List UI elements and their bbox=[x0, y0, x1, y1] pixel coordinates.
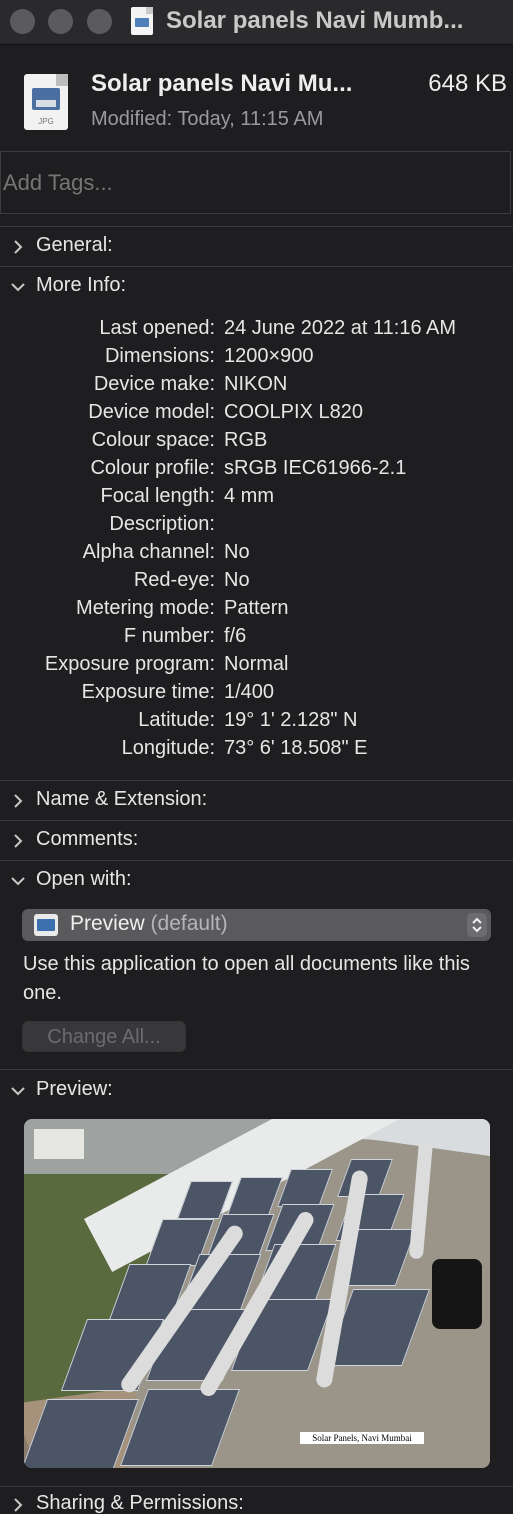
info-key: Description: bbox=[109, 513, 215, 535]
info-value: No bbox=[224, 541, 250, 563]
info-key: Dimensions: bbox=[104, 345, 215, 367]
app-default-label: (default) bbox=[150, 912, 228, 935]
zoom-window-button[interactable] bbox=[87, 9, 112, 34]
info-value: COOLPIX L820 bbox=[224, 401, 363, 423]
info-key: Colour profile: bbox=[90, 457, 215, 479]
info-value: NIKON bbox=[224, 373, 288, 395]
chevron-right-icon bbox=[14, 834, 23, 848]
section-preview-label: Preview: bbox=[36, 1078, 113, 1100]
chevron-right-icon bbox=[14, 240, 23, 254]
chevron-right-icon bbox=[14, 1498, 23, 1512]
info-value: 4 mm bbox=[224, 485, 274, 507]
section-more-info-label: More Info: bbox=[36, 274, 127, 296]
divider bbox=[0, 860, 513, 861]
selected-app-name: Preview (default) bbox=[70, 912, 228, 936]
file-size: 648 KB bbox=[428, 70, 507, 97]
info-key: Red-eye: bbox=[133, 569, 215, 591]
title-bar: Solar panels Navi Mumb... bbox=[0, 0, 513, 45]
info-key: Alpha channel: bbox=[82, 541, 215, 563]
preview-caption: Solar Panels, Navi Mumbai bbox=[300, 1432, 424, 1444]
info-row: Longitude: 73° 6' 18.508" E bbox=[0, 737, 513, 765]
file-name: Solar panels Navi Mu... bbox=[91, 70, 353, 97]
info-row: Device model: COOLPIX L820 bbox=[0, 401, 513, 429]
info-row: Device make: NIKON bbox=[0, 373, 513, 401]
preview-app-icon bbox=[34, 914, 58, 936]
info-key: Colour space: bbox=[91, 429, 215, 451]
close-window-button[interactable] bbox=[10, 9, 35, 34]
app-name-text: Preview bbox=[70, 912, 145, 935]
info-row: Exposure program: Normal bbox=[0, 653, 513, 681]
info-row: Dimensions: 1200×900 bbox=[0, 345, 513, 373]
chevron-down-icon bbox=[11, 877, 25, 886]
info-value: 73° 6' 18.508" E bbox=[224, 737, 368, 759]
info-row: Focal length: 4 mm bbox=[0, 485, 513, 513]
info-row: Metering mode: Pattern bbox=[0, 597, 513, 625]
info-value: 24 June 2022 at 11:16 AM bbox=[224, 317, 457, 339]
window-title: Solar panels Navi Mumb... bbox=[166, 7, 464, 34]
minimize-window-button[interactable] bbox=[48, 9, 73, 34]
chevron-down-icon bbox=[11, 283, 25, 292]
section-general[interactable]: General: bbox=[0, 231, 513, 267]
info-row: F number: f/6 bbox=[0, 625, 513, 653]
open-with-app-select[interactable]: Preview (default) bbox=[22, 909, 491, 941]
chevron-updown-icon bbox=[467, 913, 487, 937]
divider bbox=[0, 1069, 513, 1070]
info-value: Normal bbox=[224, 653, 289, 675]
info-value: sRGB IEC61966-2.1 bbox=[224, 457, 407, 479]
info-value: f/6 bbox=[224, 625, 247, 647]
info-key: Last opened: bbox=[99, 317, 215, 339]
info-value: Pattern bbox=[224, 597, 289, 619]
section-more-info[interactable]: More Info: bbox=[0, 271, 513, 307]
section-open-with[interactable]: Open with: bbox=[0, 865, 513, 901]
info-row: Red-eye: No bbox=[0, 569, 513, 597]
get-info-window: Solar panels Navi Mumb... JPG Solar pane… bbox=[0, 0, 513, 1514]
info-key: Device make: bbox=[93, 373, 215, 395]
jpg-file-icon: JPG bbox=[24, 74, 68, 130]
info-row: Exposure time: 1/400 bbox=[0, 681, 513, 709]
info-key: Exposure program: bbox=[44, 653, 215, 675]
info-value: 19° 1' 2.128" N bbox=[224, 709, 358, 731]
section-comments-label: Comments: bbox=[36, 828, 139, 850]
section-preview[interactable]: Preview: bbox=[0, 1075, 513, 1111]
info-key: Metering mode: bbox=[76, 597, 215, 619]
info-key: Device model: bbox=[88, 401, 215, 423]
section-name-extension[interactable]: Name & Extension: bbox=[0, 785, 513, 821]
section-general-label: General: bbox=[36, 234, 113, 256]
info-key: Exposure time: bbox=[81, 681, 215, 703]
section-open-with-label: Open with: bbox=[36, 868, 132, 890]
info-row: Alpha channel: No bbox=[0, 541, 513, 569]
divider bbox=[0, 780, 513, 781]
info-value: 1/400 bbox=[224, 681, 275, 703]
file-extension-label: JPG bbox=[38, 117, 54, 126]
divider bbox=[0, 820, 513, 821]
info-value: RGB bbox=[224, 429, 268, 451]
section-name-extension-label: Name & Extension: bbox=[36, 788, 208, 810]
divider bbox=[0, 1486, 513, 1487]
info-row: Description: bbox=[0, 513, 513, 541]
info-value: No bbox=[224, 569, 250, 591]
chevron-right-icon bbox=[14, 794, 23, 808]
modified-date: Modified: Today, 11:15 AM bbox=[91, 108, 324, 130]
add-tags-input[interactable] bbox=[0, 151, 511, 214]
info-key: Longitude: bbox=[121, 737, 215, 759]
info-row: Last opened: 24 June 2022 at 11:16 AM bbox=[0, 317, 513, 345]
info-key: Latitude: bbox=[138, 709, 215, 731]
info-row: Latitude: 19° 1' 2.128" N bbox=[0, 709, 513, 737]
divider bbox=[0, 266, 513, 267]
preview-image: Solar Panels, Navi Mumbai bbox=[24, 1119, 490, 1468]
info-key: Focal length: bbox=[100, 485, 215, 507]
open-with-description: Use this application to open all documen… bbox=[23, 953, 470, 1004]
info-value: 1200×900 bbox=[224, 345, 314, 367]
change-all-button[interactable]: Change All... bbox=[22, 1021, 186, 1052]
info-key: F number: bbox=[123, 625, 215, 647]
info-row: Colour profile: sRGB IEC61966-2.1 bbox=[0, 457, 513, 485]
section-comments[interactable]: Comments: bbox=[0, 825, 513, 861]
document-proxy-icon[interactable] bbox=[131, 7, 153, 35]
info-row: Colour space: RGB bbox=[0, 429, 513, 457]
section-sharing-permissions[interactable]: Sharing & Permissions: bbox=[0, 1489, 513, 1514]
section-sharing-label: Sharing & Permissions: bbox=[36, 1492, 244, 1514]
chevron-down-icon bbox=[11, 1087, 25, 1096]
divider bbox=[0, 226, 513, 227]
